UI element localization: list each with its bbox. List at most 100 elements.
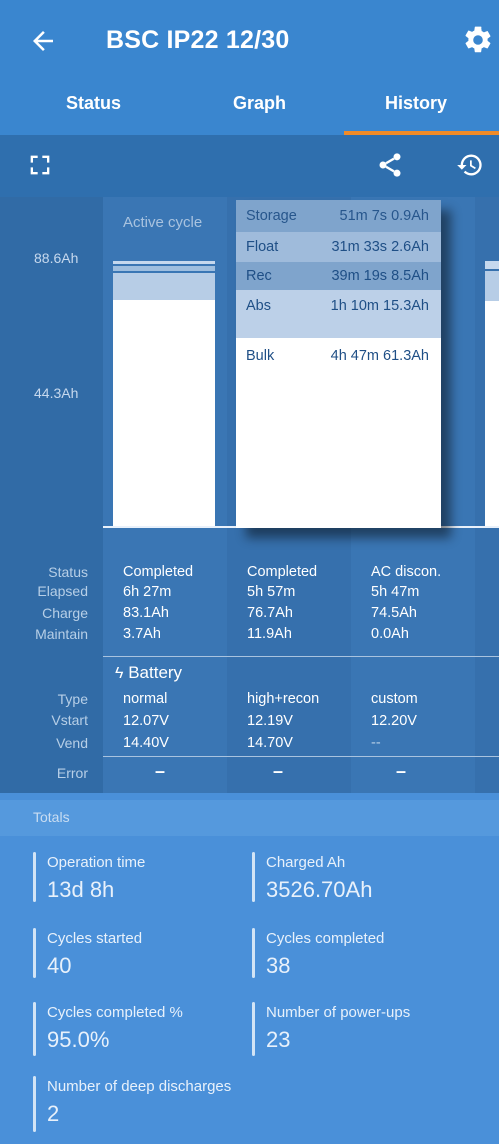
tooltip-values: 1h 10m 15.3Ah: [331, 298, 429, 314]
lightning-icon: ϟ: [115, 665, 124, 682]
tooltip-phase: Float: [246, 239, 279, 255]
totals-header: Totals: [0, 800, 499, 836]
cell-status: Completed: [123, 564, 194, 580]
tab-graph[interactable]: Graph: [233, 93, 286, 114]
stat-cycles-completed: Cycles completed 38: [252, 928, 492, 978]
cell-vstart: 12.07V: [123, 713, 169, 729]
table-divider: [103, 656, 499, 657]
stat-label: Cycles started: [47, 930, 143, 947]
cell-charge: 76.7Ah: [247, 605, 293, 621]
stat-cycles-started: Cycles started 40: [33, 928, 233, 978]
tooltip-time: 51m 7s: [339, 208, 388, 224]
stat-accent: [33, 928, 36, 978]
stat-value: 3526.70Ah: [266, 877, 373, 902]
y-axis-label-max: 88.6Ah: [34, 250, 79, 266]
stat-value: 95.0%: [47, 1027, 110, 1052]
stat-value: 40: [47, 953, 72, 978]
stat-label: Cycles completed %: [47, 1004, 183, 1021]
stat-accent: [33, 1076, 36, 1132]
stat-operation-time: Operation time 13d 8h: [33, 852, 233, 902]
gear-icon[interactable]: [462, 24, 494, 56]
cell-vend: 14.40V: [123, 735, 169, 751]
cell-type: custom: [371, 691, 418, 707]
cell-type: high+recon: [247, 691, 320, 707]
y-axis-label-mid: 44.3Ah: [34, 385, 79, 401]
stat-accent: [252, 852, 255, 902]
battery-section-header: ϟ Battery: [115, 663, 182, 683]
tooltip-values: 39m 19s 8.5Ah: [331, 268, 429, 284]
stat-value: 23: [266, 1027, 291, 1052]
tooltip-values: 51m 7s 0.9Ah: [340, 208, 430, 224]
tab-status[interactable]: Status: [66, 93, 121, 114]
stat-label: Operation time: [47, 854, 146, 871]
cell-charge: 83.1Ah: [123, 605, 169, 621]
back-arrow-icon[interactable]: [28, 26, 58, 56]
tooltip-ah: 8.5Ah: [391, 268, 429, 284]
tooltip-time: 1h 10m: [330, 298, 379, 314]
cell-vstart: 12.20V: [371, 713, 417, 729]
cell-maintain: 11.9Ah: [247, 626, 292, 642]
tooltip-phase: Abs: [246, 298, 271, 314]
stat-value: 13d 8h: [47, 877, 115, 902]
fullscreen-icon[interactable]: [26, 151, 54, 179]
cell-vend: 14.70V: [247, 735, 293, 751]
tooltip-time: 4h 47m: [330, 348, 379, 364]
tab-bar: Status Graph History: [0, 88, 499, 134]
cell-elapsed: 5h 57m: [247, 584, 296, 600]
row-label-elapsed: Elapsed: [37, 583, 88, 599]
tooltip-time: 39m 19s: [331, 268, 388, 284]
cell-elapsed: 6h 27m: [123, 584, 172, 600]
bar-abs: [113, 273, 215, 300]
device-title: BSC IP22 12/30: [106, 26, 290, 54]
tooltip-phase: Bulk: [246, 348, 275, 364]
row-label-charge: Charge: [42, 605, 88, 621]
active-cycle-label: Active cycle: [123, 214, 203, 231]
stat-accent: [252, 928, 255, 978]
share-icon[interactable]: [376, 151, 404, 179]
stat-accent: [252, 1002, 255, 1056]
row-label-error: Error: [56, 765, 88, 781]
cell-status: Completed: [247, 564, 318, 580]
tooltip-values: 4h 47m 61.3Ah: [331, 348, 429, 364]
cell-error: –: [273, 761, 284, 781]
stat-accent: [33, 852, 36, 902]
stat-charged-ah: Charged Ah 3526.70Ah: [252, 852, 492, 902]
stat-label: Number of deep discharges: [47, 1078, 232, 1095]
stat-label: Cycles completed: [266, 930, 385, 947]
cell-elapsed: 5h 47m: [371, 584, 420, 600]
cell-type: normal: [123, 691, 168, 707]
cycle-tooltip: Storage 51m 7s 0.9Ah Float 31m 33s 2.6Ah…: [236, 200, 441, 528]
stat-label: Number of power-ups: [266, 1004, 411, 1021]
tab-history[interactable]: History: [385, 93, 447, 114]
tooltip-ah: 0.9Ah: [391, 208, 429, 224]
tooltip-ah: 15.3Ah: [383, 298, 429, 314]
stat-cycles-completed-pct: Cycles completed % 95.0%: [33, 1002, 233, 1056]
history-toolbar: [0, 135, 499, 197]
cell-error: –: [155, 761, 166, 781]
cell-maintain: 0.0Ah: [371, 626, 409, 642]
stat-label: Charged Ah: [266, 854, 346, 871]
tooltip-phase: Storage: [246, 208, 297, 224]
cell-error: –: [396, 761, 407, 781]
cell-maintain: 3.7Ah: [123, 626, 161, 642]
bar-float: [113, 266, 215, 271]
row-label-vstart: Vstart: [51, 712, 88, 728]
cell-vend: --: [371, 735, 381, 751]
bar-storage: [485, 261, 499, 269]
history-icon[interactable]: [456, 151, 484, 179]
stat-accent: [33, 1002, 36, 1056]
bar-storage: [113, 261, 215, 264]
battery-section-label: Battery: [128, 663, 183, 682]
cell-charge: 74.5Ah: [371, 605, 417, 621]
row-label-maintain: Maintain: [35, 626, 88, 642]
bar-abs: [485, 271, 499, 301]
tooltip-ah: 61.3Ah: [383, 348, 429, 364]
tooltip-ah: 2.6Ah: [391, 239, 429, 255]
table-divider: [103, 756, 499, 757]
stat-power-ups: Number of power-ups 23: [252, 1002, 492, 1056]
totals-header-label: Totals: [33, 809, 70, 825]
stat-value: 38: [266, 953, 291, 978]
tooltip-values: 31m 33s 2.6Ah: [331, 239, 429, 255]
row-label-status: Status: [48, 564, 88, 580]
stat-value: 2: [47, 1101, 60, 1126]
